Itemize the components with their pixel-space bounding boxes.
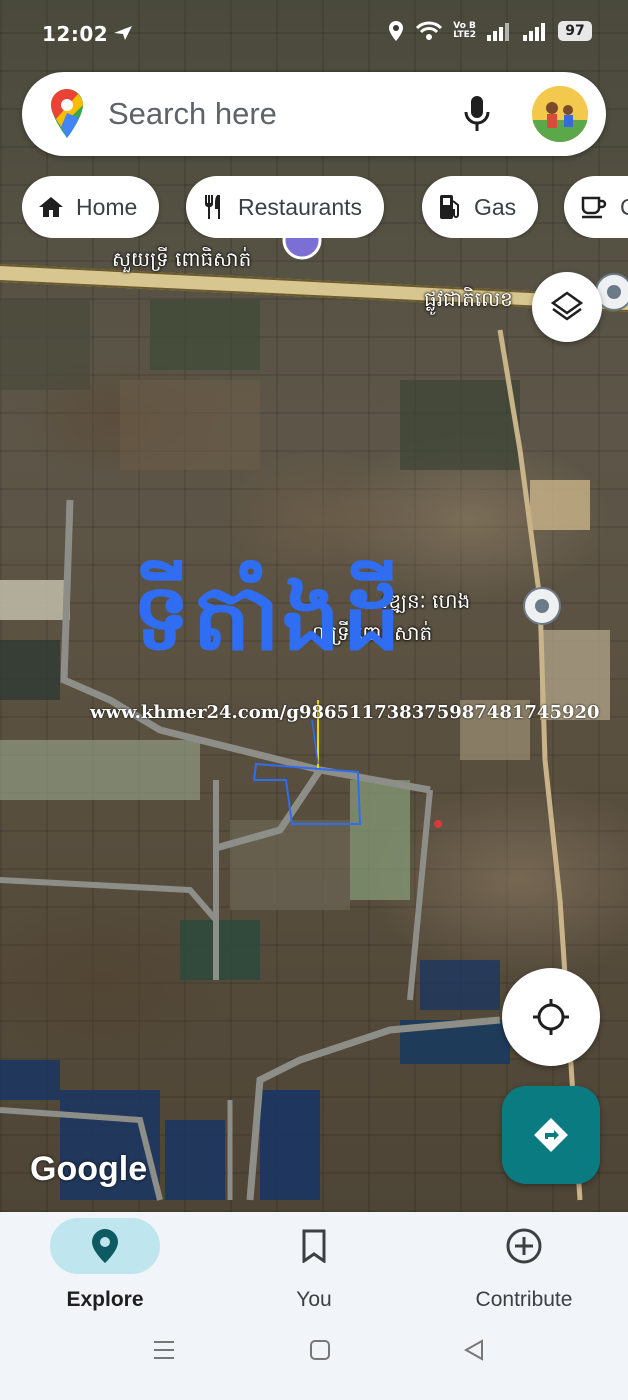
map-place-label[interactable]: សួយទ្រី ពោធិសាត់ bbox=[112, 246, 251, 276]
map-road-label: ផ្លូវជាតិលេខ bbox=[424, 287, 513, 311]
directions-button[interactable] bbox=[502, 1086, 600, 1184]
chip-coffee[interactable]: C bbox=[564, 176, 628, 238]
battery-indicator: 97 bbox=[558, 21, 592, 41]
bookmark-icon bbox=[302, 1229, 326, 1263]
chip-label: Restaurants bbox=[238, 193, 363, 220]
watermark-url: www.khmer24.com/g98651173837598748174592… bbox=[90, 702, 600, 723]
home-icon bbox=[39, 197, 63, 217]
avatar-image bbox=[532, 86, 588, 142]
system-navigation-bar bbox=[0, 1338, 628, 1386]
chip-label: Home bbox=[76, 193, 138, 220]
navigation-arrow-icon bbox=[114, 26, 132, 40]
tab-label: Contribute bbox=[475, 1288, 573, 1311]
land-location-title: ទីតាំងដី bbox=[132, 564, 403, 671]
recent-apps-button[interactable] bbox=[152, 1338, 176, 1366]
explore-pin-icon bbox=[92, 1229, 118, 1263]
tab-label: You bbox=[296, 1288, 332, 1311]
tab-contribute[interactable]: Contribute bbox=[434, 1218, 614, 1328]
tab-explore[interactable]: Explore bbox=[15, 1218, 195, 1328]
restaurant-icon bbox=[205, 195, 220, 219]
home-square-icon bbox=[310, 1340, 330, 1360]
back-triangle-icon bbox=[463, 1339, 483, 1361]
network-type-label: Vo B LTE2 bbox=[453, 21, 476, 40]
layers-icon bbox=[550, 291, 584, 321]
chip-label: Gas bbox=[474, 193, 517, 220]
chip-label: C bbox=[620, 194, 628, 221]
signal-icon-2 bbox=[523, 23, 545, 41]
status-bar: 12:02 Vo B LTE2 97 bbox=[0, 0, 628, 70]
chip-gas[interactable]: Gas bbox=[422, 176, 539, 238]
add-circle-icon bbox=[506, 1228, 542, 1264]
coffee-icon bbox=[581, 196, 607, 219]
back-button[interactable] bbox=[462, 1338, 486, 1366]
avatar[interactable] bbox=[532, 86, 588, 142]
location-icon bbox=[389, 21, 404, 41]
tab-you[interactable]: You bbox=[224, 1218, 404, 1328]
recent-apps-icon bbox=[154, 1341, 174, 1359]
crosshair-icon bbox=[533, 999, 569, 1035]
category-chips: Home Restaurants Gas C bbox=[22, 176, 628, 238]
search-bar[interactable]: Search here bbox=[22, 72, 606, 156]
wifi-icon bbox=[416, 21, 443, 40]
google-maps-pin-icon bbox=[51, 89, 83, 138]
microphone-icon[interactable] bbox=[462, 94, 492, 134]
chip-restaurants[interactable]: Restaurants bbox=[186, 176, 385, 238]
google-logo: Google bbox=[30, 1150, 148, 1188]
chip-home[interactable]: Home bbox=[22, 176, 160, 238]
home-button[interactable] bbox=[308, 1338, 332, 1366]
gas-station-icon bbox=[440, 195, 459, 219]
directions-icon bbox=[534, 1118, 568, 1152]
tab-label: Explore bbox=[66, 1288, 144, 1311]
layers-button[interactable] bbox=[532, 272, 602, 342]
signal-icon bbox=[487, 23, 509, 41]
status-time: 12:02 bbox=[42, 22, 109, 46]
search-input[interactable]: Search here bbox=[108, 96, 277, 132]
my-location-button[interactable] bbox=[502, 968, 600, 1066]
